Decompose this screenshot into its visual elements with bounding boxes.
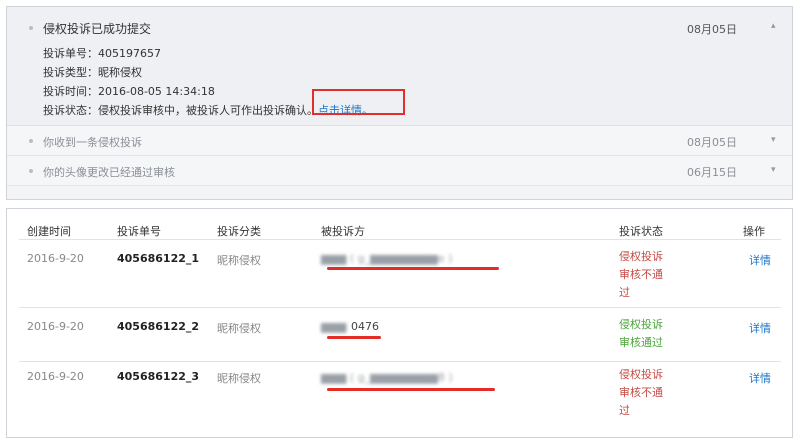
bullet-dot [29,139,33,143]
notification-expanded-item[interactable]: 侵权投诉已成功提交 08月05日 ▴ 投诉单号：405197657 投诉类型：昵… [7,7,792,126]
complaint-number-line: 投诉单号：405197657 [43,47,161,60]
table-row: 2016-9-20 405686122_1 昵称侵权 ▆▆▆ ( g_▆▆▆▆▆… [19,239,781,305]
complaint-type-line: 投诉类型：昵称侵权 [43,66,142,79]
chevron-down-icon[interactable]: ▾ [771,165,776,175]
red-underline [327,388,495,391]
header-respondent: 被投诉方 [321,225,365,238]
notification-panel: 侵权投诉已成功提交 08月05日 ▴ 投诉单号：405197657 投诉类型：昵… [6,6,793,200]
notification-item-date: 08月05日 [687,136,737,149]
notification-date: 08月05日 [687,23,737,36]
cell-category: 昵称侵权 [217,372,261,385]
details-link[interactable]: 详情 [749,252,771,268]
header-created-time: 创建时间 [27,225,71,238]
complaint-time-line: 投诉时间：2016-08-05 14:34:18 [43,85,215,98]
table-row: 2016-9-20 405686122_3 昵称侵权 ▆▆▆ ( g_▆▆▆▆▆… [19,361,781,431]
cell-status: 侵权投诉 审核不通 过 [619,366,663,420]
cell-date: 2016-9-20 [27,370,84,383]
header-complaint-number: 投诉单号 [117,225,161,238]
notification-item-title: 你的头像更改已经通过审核 [43,166,175,179]
notification-item[interactable]: 你的头像更改已经通过审核 06月15日 ▾ [7,156,792,186]
cell-respondent-redacted: ▆▆▆ ( g_▆▆▆▆▆▆▆▆8 ) [321,371,453,384]
cell-date: 2016-9-20 [27,252,84,265]
highlight-box [312,89,405,115]
cell-category: 昵称侵权 [217,322,261,335]
cell-respondent-visible: 0476 [351,320,379,333]
status-line: 审核不通 [619,268,663,281]
chevron-up-icon[interactable]: ▴ [771,21,776,31]
details-link[interactable]: 详情 [749,370,771,386]
complaint-table: 创建时间 投诉单号 投诉分类 被投诉方 投诉状态 操作 2016-9-20 40… [6,208,793,438]
header-action: 操作 [743,225,765,238]
bullet-dot [29,26,33,30]
notification-item-title: 你收到一条侵权投诉 [43,136,142,149]
cell-respondent-redacted: ▆▆▆ ( g_▆▆▆▆▆▆▆▆e ) [321,252,453,265]
notification-item-date: 06月15日 [687,166,737,179]
status-line: 过 [619,404,630,417]
chevron-down-icon[interactable]: ▾ [771,135,776,145]
cell-status: 侵权投诉 审核通过 [619,316,663,352]
notification-title: 侵权投诉已成功提交 [43,22,152,36]
table-row: 2016-9-20 405686122_2 昵称侵权 ▆▆▆ 0476 侵权投诉… [19,307,781,359]
status-line: 侵权投诉 [619,250,663,263]
notification-item[interactable]: 你收到一条侵权投诉 08月05日 ▾ [7,126,792,156]
complaint-status-text: 投诉状态：侵权投诉审核中，被投诉人可作出投诉确认。 [43,104,318,117]
status-line: 侵权投诉 [619,318,663,331]
cell-category: 昵称侵权 [217,254,261,267]
cell-complaint-number: 405686122_2 [117,320,200,333]
header-category: 投诉分类 [217,225,261,238]
cell-respondent-redacted: ▆▆▆ [321,320,347,333]
header-status: 投诉状态 [619,225,663,238]
red-underline [327,267,499,270]
status-line: 侵权投诉 [619,368,663,381]
cell-complaint-number: 405686122_3 [117,370,200,383]
cell-status: 侵权投诉 审核不通 过 [619,248,663,302]
status-line: 审核不通 [619,386,663,399]
table-header: 创建时间 投诉单号 投诉分类 被投诉方 投诉状态 操作 [7,209,792,239]
cell-date: 2016-9-20 [27,320,84,333]
red-underline [327,336,381,339]
status-line: 审核通过 [619,336,663,349]
status-line: 过 [619,286,630,299]
details-link[interactable]: 详情 [749,320,771,336]
bullet-dot [29,169,33,173]
cell-complaint-number: 405686122_1 [117,252,200,265]
